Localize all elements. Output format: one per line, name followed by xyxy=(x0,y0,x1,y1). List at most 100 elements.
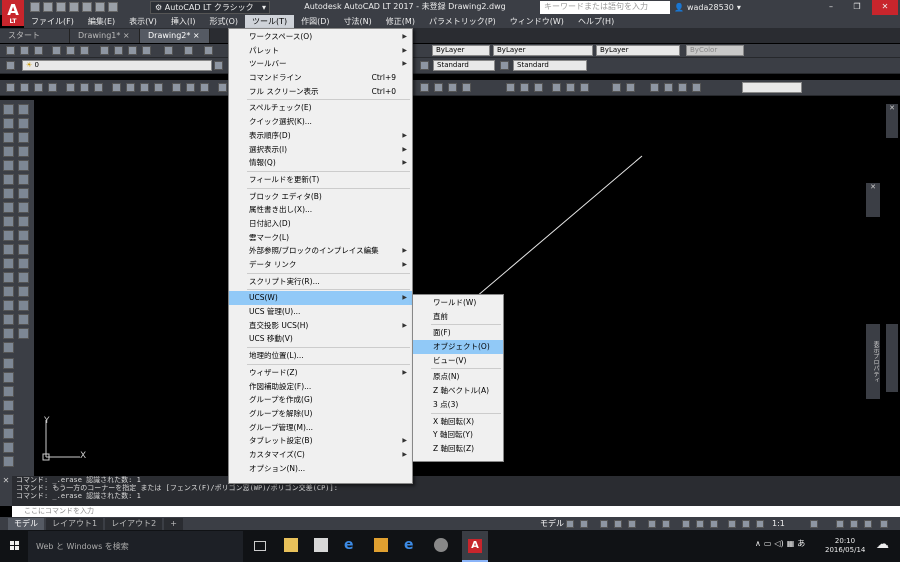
preview-icon[interactable] xyxy=(66,46,75,55)
tools_menu-item-9[interactable]: 選択表示(I) ▶ xyxy=(229,143,412,157)
properties-icon[interactable] xyxy=(3,442,14,453)
insert-block-icon[interactable] xyxy=(112,83,121,92)
spline-icon[interactable] xyxy=(3,216,14,227)
tools_menu-item-15[interactable]: 属性書き出し(X)... xyxy=(229,203,412,217)
tools_menu-item-30[interactable]: ウィザード(Z) ▶ xyxy=(229,366,412,380)
annotation-visibility-icon[interactable] xyxy=(728,520,736,528)
make-block-icon[interactable] xyxy=(126,83,135,92)
rotate-icon[interactable] xyxy=(18,188,29,199)
new-file-icon[interactable] xyxy=(30,2,40,12)
media-player-icon[interactable] xyxy=(374,538,388,552)
hatch-icon[interactable] xyxy=(140,83,149,92)
plot-style-dropdown[interactable]: ByLayer xyxy=(596,45,680,56)
dim-style-dropdown[interactable]: Standard xyxy=(513,60,587,71)
polyline-icon[interactable] xyxy=(3,132,14,143)
tools_menu-item-7[interactable]: クイック選択(K)... xyxy=(229,115,412,129)
tools_menu-item-8[interactable]: 表示順序(D) ▶ xyxy=(229,129,412,143)
command-input[interactable]: ここにコマンドを入力 xyxy=(12,506,900,517)
explode-icon[interactable] xyxy=(18,314,29,325)
hatch-icon[interactable] xyxy=(3,300,14,311)
menu-insert[interactable]: 挿入(I) xyxy=(164,15,203,28)
table-icon[interactable] xyxy=(18,328,29,339)
chamfer-icon[interactable] xyxy=(18,286,29,297)
mtext-icon[interactable] xyxy=(3,342,14,353)
layer-dropdown[interactable]: ☀ 0 xyxy=(22,60,212,71)
menu-parametric[interactable]: パラメトリック(P) xyxy=(422,15,503,28)
tools_menu-item-32[interactable]: グループを作成(G) xyxy=(229,393,412,407)
plot-icon[interactable] xyxy=(82,2,92,12)
dim-text-edit-icon[interactable] xyxy=(664,83,673,92)
point-icon[interactable] xyxy=(3,286,14,297)
minimize-button[interactable]: – xyxy=(818,0,844,15)
transparency-icon[interactable] xyxy=(696,520,704,528)
redo-icon[interactable] xyxy=(184,46,193,55)
dim-style-override-dropdown[interactable] xyxy=(742,82,802,93)
ime-indicator[interactable]: あ xyxy=(797,539,805,549)
print-icon[interactable] xyxy=(52,46,61,55)
quick-dim-icon[interactable] xyxy=(552,83,561,92)
windows-start-button[interactable] xyxy=(10,541,20,551)
tools_menu-item-33[interactable]: グループを解除(U) xyxy=(229,407,412,421)
isodraft-icon[interactable] xyxy=(628,520,636,528)
pan-icon[interactable] xyxy=(204,46,213,55)
chevron-up-icon[interactable]: ∧ xyxy=(755,539,761,549)
rectangle-icon[interactable] xyxy=(48,83,57,92)
ucs_menu-item-13[interactable]: Z 軸回転(Z) xyxy=(413,442,503,456)
abc-spell-icon[interactable] xyxy=(3,414,14,425)
dim-angular-icon[interactable] xyxy=(534,83,543,92)
tools_menu-item-35[interactable]: タブレット設定(B) ▶ xyxy=(229,434,412,448)
annotate-icon[interactable] xyxy=(3,372,14,383)
tools_menu-item-36[interactable]: カスタマイズ(C) ▶ xyxy=(229,448,412,462)
notification-icon[interactable]: ▦ xyxy=(787,539,795,549)
tools_menu-item-37[interactable]: オプション(N)... xyxy=(229,462,412,476)
menu-view[interactable]: 表示(V) xyxy=(122,15,164,28)
dim-continue-icon[interactable] xyxy=(580,83,589,92)
tools_menu-item-18[interactable]: 外部参照/ブロックのインプレイス編集 ▶ xyxy=(229,244,412,258)
close-icon[interactable]: ✕ xyxy=(870,183,876,191)
internet-explorer-icon[interactable]: e xyxy=(404,538,418,552)
copy-icon[interactable] xyxy=(18,118,29,129)
tools_menu-item-10[interactable]: 情報(Q) ▶ xyxy=(229,156,412,170)
ucs_menu-item-3[interactable]: 面(F) xyxy=(413,326,503,340)
tools_menu-item-28[interactable]: 地理的位置(L)... xyxy=(229,349,412,363)
weather-icon[interactable]: ☁ xyxy=(876,538,894,552)
revcloud-icon[interactable] xyxy=(80,83,89,92)
spline-icon[interactable] xyxy=(94,83,103,92)
tools_menu-item-23[interactable]: UCS(W) ▶ xyxy=(229,291,412,306)
ellipse-icon[interactable] xyxy=(3,230,14,241)
tools_menu-item-2[interactable]: ツールバー ▶ xyxy=(229,57,412,71)
tools_menu-item-1[interactable]: パレット ▶ xyxy=(229,44,412,58)
fillet-icon[interactable] xyxy=(18,300,29,311)
drawn-line[interactable] xyxy=(475,155,643,298)
point-icon[interactable] xyxy=(200,83,209,92)
auto-scale-icon[interactable] xyxy=(742,520,750,528)
close-icon[interactable]: × xyxy=(193,31,200,40)
dim-radius-icon[interactable] xyxy=(506,83,515,92)
stretch-icon[interactable] xyxy=(18,216,29,227)
dim-update-icon[interactable] xyxy=(678,83,687,92)
tools_menu-item-6[interactable]: スペルチェック(E) xyxy=(229,101,412,115)
file-explorer-icon[interactable] xyxy=(284,538,298,552)
save-icon[interactable] xyxy=(56,2,66,12)
gradient-icon[interactable] xyxy=(154,83,163,92)
isolate-icon[interactable] xyxy=(850,520,858,528)
maximize-button[interactable]: ❐ xyxy=(844,0,870,15)
ucs_menu-item-4[interactable]: オブジェクト(O) xyxy=(413,340,503,354)
array-icon[interactable] xyxy=(18,160,29,171)
network-icon[interactable]: ▭ xyxy=(764,539,772,549)
command-line-handle[interactable]: ✕ xyxy=(0,476,12,506)
gradient-icon[interactable] xyxy=(3,314,14,325)
app-logo-button[interactable]: A LT xyxy=(2,0,24,26)
paint-icon[interactable] xyxy=(3,386,14,397)
erase-icon[interactable] xyxy=(18,104,29,115)
ucs_menu-item-9[interactable]: 3 点(3) xyxy=(413,398,503,412)
menu-file[interactable]: ファイル(F) xyxy=(24,15,81,28)
model-space-button[interactable]: モデル xyxy=(540,519,564,529)
selection-cycling-icon[interactable] xyxy=(710,520,718,528)
scale-icon[interactable] xyxy=(18,202,29,213)
trim-icon[interactable] xyxy=(18,230,29,241)
store-icon[interactable] xyxy=(314,538,328,552)
layout-tab-2[interactable]: レイアウト2 xyxy=(105,517,163,530)
tools_menu-item-14[interactable]: ブロック エディタ(B) xyxy=(229,190,412,204)
close-icon[interactable]: ✕ xyxy=(889,104,895,112)
